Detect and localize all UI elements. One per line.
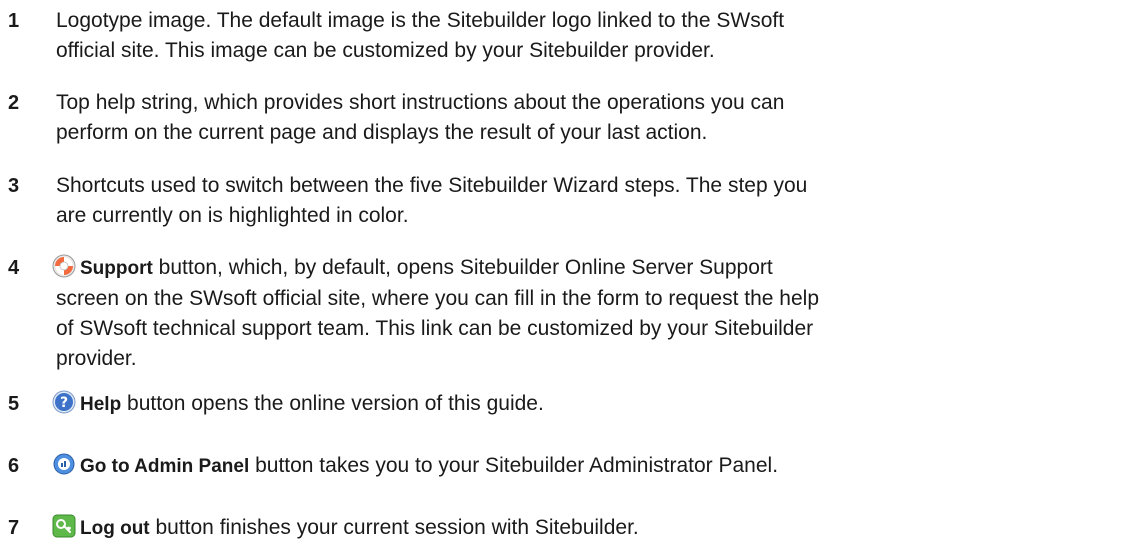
item-number: 2 [8,92,20,114]
item-text-line: Log out button finishes your current ses… [52,513,1111,544]
admin-panel-icon [52,452,76,476]
item-text-line: provider. [56,347,137,370]
item-text: Shortcuts used to switch between the fiv… [56,171,1111,231]
item-text: Log out button finishes your current ses… [52,513,1111,544]
help-question-icon: ? [52,390,76,414]
item-text-fragment: button opens the online version of this … [121,392,544,415]
item-text: ? Help button opens the online version o… [52,389,1111,420]
item-number: 6 [8,455,20,477]
item-text-line: Top help string, which provides short in… [56,91,785,114]
support-lifebuoy-icon [52,254,76,278]
help-label: Help [80,394,122,415]
item-text-line: are currently on is highlighted in color… [56,204,409,227]
item-text-line: ? Help button opens the online version o… [52,389,1111,420]
item-number: 7 [8,517,20,539]
item-number: 1 [8,10,20,32]
svg-text:?: ? [60,395,68,411]
item-text-line: screen on the SWsoft official site, wher… [56,287,820,310]
item-text-line: of SWsoft technical support team. This l… [56,317,814,340]
item-text: Logotype image. The default image is the… [56,6,1111,66]
admin-panel-label: Go to Admin Panel [80,456,250,477]
item-text: Go to Admin Panel button takes you to yo… [53,451,1111,482]
item-text-line: Support button, which, by default, opens… [52,253,1111,284]
item-text-line: official site. This image can be customi… [56,39,715,62]
support-label: Support [80,258,153,279]
item-text-line: Go to Admin Panel button takes you to yo… [52,451,1111,482]
logout-key-icon [52,514,76,538]
logout-label: Log out [80,518,150,539]
item-text-line: perform on the current page and displays… [56,121,708,144]
item-number: 3 [8,175,20,197]
item-text-fragment: button takes you to your Sitebuilder Adm… [249,454,779,477]
item-text-line: Shortcuts used to switch between the fiv… [56,174,808,197]
item-text: Top help string, which provides short in… [56,88,1111,148]
item-text-fragment: button, which, by default, opens Sitebui… [152,256,773,279]
item-text: Support button, which, by default, opens… [52,253,1111,374]
item-text-line: Logotype image. The default image is the… [56,9,785,32]
item-number: 5 [8,393,20,415]
item-number: 4 [8,257,20,279]
item-text-fragment: button finishes your current session wit… [149,516,639,539]
